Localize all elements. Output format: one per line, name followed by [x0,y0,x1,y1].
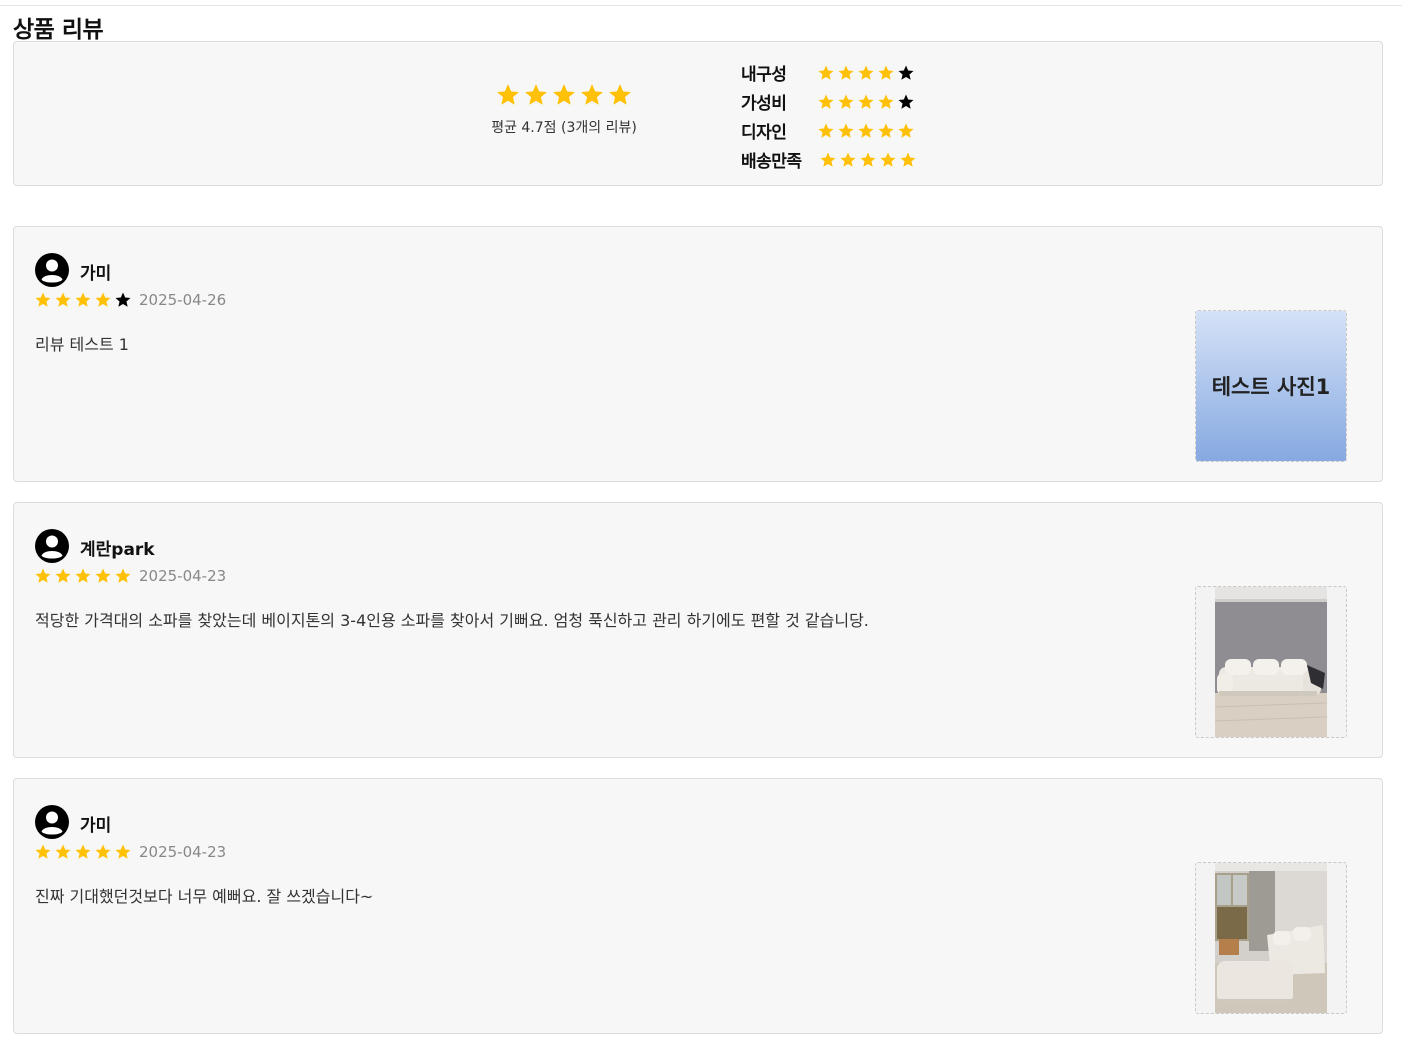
star-filled-icon [497,84,519,105]
photo-placeholder: 테스트 사진1 [1196,311,1346,461]
star-filled-icon [55,292,71,307]
review-date: 2025-04-26 [139,291,227,309]
star-filled-icon [115,844,131,859]
star-filled-icon [838,65,854,80]
star-filled-icon [860,152,876,167]
user-circle-icon [35,529,69,563]
review-date: 2025-04-23 [139,567,227,585]
user-circle-icon [35,253,69,287]
star-filled-icon [553,84,575,105]
star-filled-icon [95,568,111,583]
page-title: 상품 리뷰 [13,17,104,43]
criteria-stars [817,64,915,82]
star-filled-icon [858,65,874,80]
star-empty-icon [115,292,131,307]
star-filled-icon [55,568,71,583]
star-filled-icon [858,94,874,109]
star-filled-icon [818,94,834,109]
average-text: 평균 4.7점 (3개의 리뷰) [491,120,637,136]
sofa-photo [1215,587,1327,737]
star-empty-icon [898,65,914,80]
star-filled-icon [95,292,111,307]
criteria-row-delivery: 배송만족 [741,145,917,174]
review-text: 적당한 가격대의 소파를 찾았는데 베이지톤의 3-4인용 소파를 찾아서 기뻐… [35,611,869,630]
star-filled-icon [818,65,834,80]
star-filled-icon [838,94,854,109]
review-text: 리뷰 테스트 1 [35,335,129,354]
sofa-corner-photo [1215,863,1327,1013]
star-filled-icon [878,65,894,80]
star-filled-icon [581,84,603,105]
star-filled-icon [840,152,856,167]
review-card: 가미 2025-04-23 진짜 기대했던것보다 너무 예뻐요. 잘 쓰겠습니다… [13,778,1383,1034]
star-filled-icon [900,152,916,167]
star-filled-icon [75,844,91,859]
star-filled-icon [880,152,896,167]
star-filled-icon [95,844,111,859]
criteria-stars [817,93,915,111]
criteria-stars [817,122,915,140]
criteria-row-durability: 내구성 [741,58,917,87]
criteria-stars [819,151,917,169]
top-divider [0,5,1402,6]
star-filled-icon [55,844,71,859]
review-card: 계란park 2025-04-23 적당한 가격대의 소파를 찾았는데 베이지톤… [13,502,1383,758]
star-filled-icon [609,84,631,105]
review-stars [34,843,132,861]
star-filled-icon [35,568,51,583]
overall-rating: 평균 4.7점 (3개의 리뷰) [484,82,644,137]
criteria-label: 디자인 [741,123,787,143]
review-photo[interactable]: 테스트 사진1 [1195,310,1347,462]
review-date: 2025-04-23 [139,843,227,861]
star-filled-icon [75,292,91,307]
reviewer-name: 계란park [80,540,155,560]
star-filled-icon [898,123,914,138]
review-photo[interactable] [1195,586,1347,738]
star-filled-icon [878,123,894,138]
star-filled-icon [818,123,834,138]
review-card: 가미 2025-04-26 리뷰 테스트 1 테스트 사진1 [13,226,1383,482]
star-empty-icon [898,94,914,109]
reviewer-name: 가미 [80,264,112,284]
review-photo[interactable] [1195,862,1347,1014]
star-filled-icon [838,123,854,138]
star-filled-icon [525,84,547,105]
star-filled-icon [35,844,51,859]
star-filled-icon [878,94,894,109]
criteria-ratings: 내구성 가성비 디자인 배송만족 [741,58,917,174]
review-stars [34,567,132,585]
overall-stars [484,82,644,110]
criteria-label: 가성비 [741,94,787,114]
criteria-row-design: 디자인 [741,116,917,145]
user-circle-icon [35,805,69,839]
criteria-row-value: 가성비 [741,87,917,116]
photo-label: 테스트 사진1 [1211,375,1331,399]
star-filled-icon [35,292,51,307]
star-filled-icon [820,152,836,167]
rating-summary: 평균 4.7점 (3개의 리뷰) 내구성 가성비 디자인 배송만족 [13,41,1383,186]
review-text: 진짜 기대했던것보다 너무 예뻐요. 잘 쓰겠습니다~ [35,887,374,906]
reviewer-name: 가미 [80,816,112,836]
criteria-label: 내구성 [741,65,787,85]
star-filled-icon [75,568,91,583]
star-filled-icon [858,123,874,138]
review-stars [34,291,132,309]
criteria-label: 배송만족 [741,152,802,172]
star-filled-icon [115,568,131,583]
